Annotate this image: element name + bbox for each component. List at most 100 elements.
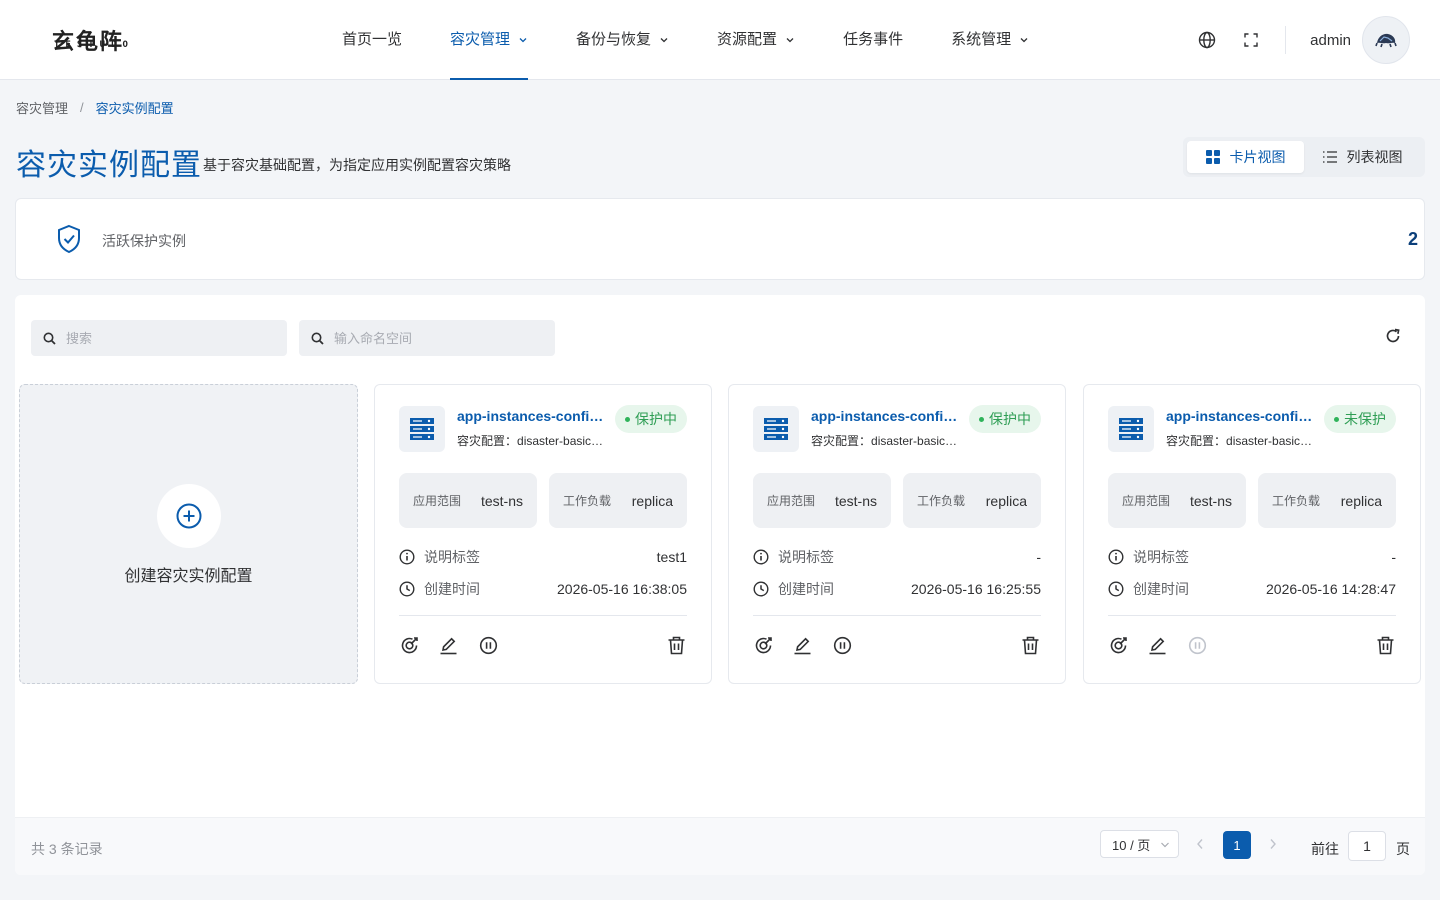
instance-card[interactable]: app-instances-config-2 容灾配置：disaster-bas… <box>728 384 1066 684</box>
scope-label: 应用范围 <box>413 494 462 508</box>
refresh-icon[interactable] <box>1385 328 1401 344</box>
nav-item-resource-config[interactable]: 资源配置 <box>717 0 795 80</box>
page-size-value: 10 / 页 <box>1112 837 1151 853</box>
workload-pill: 工作负载 replica <box>549 473 687 528</box>
card-view-button[interactable]: 卡片视图 <box>1187 141 1304 173</box>
created-time-row: 创建时间 2026-05-16 16:25:55 <box>753 579 1041 599</box>
scope-pill: 应用范围 test-ns <box>753 473 891 528</box>
description-row: 说明标签 test1 <box>399 547 687 567</box>
prev-page-button[interactable] <box>1188 832 1212 856</box>
delete-button[interactable] <box>1020 635 1040 655</box>
list-view-button[interactable]: 列表视图 <box>1304 141 1421 173</box>
chevron-down-icon <box>519 38 527 43</box>
nav-item-backup-restore[interactable]: 备份与恢复 <box>576 0 669 80</box>
status-badge: 保护中 <box>969 405 1041 433</box>
delete-button[interactable] <box>666 635 686 655</box>
clock-icon <box>399 581 415 597</box>
goto-page-input[interactable] <box>1348 831 1386 861</box>
create-instance-config-card[interactable]: 创建容灾实例配置 <box>19 384 358 684</box>
server-icon <box>1108 406 1154 452</box>
instance-card[interactable]: app-instances-config-1 容灾配置：disaster-bas… <box>374 384 712 684</box>
fullscreen-icon[interactable] <box>1241 30 1261 50</box>
edit-icon <box>440 637 456 654</box>
clock-icon <box>1108 581 1124 597</box>
nav-item-home[interactable]: 首页一览 <box>342 0 402 80</box>
search-input[interactable] <box>66 330 266 346</box>
description-value: - <box>1036 549 1041 565</box>
breadcrumb-parent[interactable]: 容灾管理 <box>16 98 68 117</box>
breadcrumb-current: 容灾实例配置 <box>95 101 174 116</box>
instance-config-ref: 容灾配置：disaster-basic-config <box>457 432 605 449</box>
trash-icon <box>1022 636 1038 654</box>
next-page-button[interactable] <box>1261 832 1285 856</box>
avatar[interactable] <box>1362 16 1410 64</box>
created-time-row: 创建时间 2026-05-16 16:38:05 <box>399 579 687 599</box>
instance-name-link[interactable]: app-instances-config-2 <box>811 408 959 424</box>
scope-label: 应用范围 <box>1122 494 1171 508</box>
nav-item-task-events[interactable]: 任务事件 <box>843 0 903 80</box>
breadcrumb: 容灾管理 / 容灾实例配置 <box>16 98 174 117</box>
page-number-current[interactable]: 1 <box>1223 831 1251 859</box>
edit-button[interactable] <box>438 635 458 655</box>
page-size-select[interactable]: 10 / 页 <box>1100 830 1179 858</box>
card-divider <box>1108 615 1396 616</box>
instance-name-link[interactable]: app-instances-config-3 <box>1166 408 1314 424</box>
namespace-input[interactable] <box>334 330 534 346</box>
created-time-value: 2026-05-16 16:38:05 <box>557 581 687 597</box>
edit-icon <box>1149 637 1165 654</box>
instance-name-link[interactable]: app-instances-config-1 <box>457 408 605 424</box>
chevron-right-icon <box>1270 839 1276 849</box>
created-time-value: 2026-05-16 14:28:47 <box>1266 581 1396 597</box>
scope-pill: 应用范围 test-ns <box>1108 473 1246 528</box>
workload-value: replica <box>985 492 1027 509</box>
edit-button[interactable] <box>1147 635 1167 655</box>
testudo-logo[interactable]: 玄龟阵 TESTUDO <box>52 26 172 55</box>
protect-action-button[interactable] <box>399 635 419 655</box>
scope-label: 应用范围 <box>767 494 816 508</box>
chevron-down-icon <box>660 38 668 43</box>
globe-icon[interactable] <box>1197 30 1217 50</box>
status-badge: 保护中 <box>615 405 687 433</box>
pause-button[interactable] <box>478 635 498 655</box>
nav-item-system-admin[interactable]: 系统管理 <box>951 0 1029 80</box>
goto-label: 前往 <box>1311 841 1339 857</box>
description-value: test1 <box>656 549 687 565</box>
info-icon <box>399 549 415 565</box>
description-label: 说明标签 <box>424 549 480 565</box>
list-icon <box>1322 151 1337 163</box>
workload-label: 工作负载 <box>1272 494 1321 508</box>
instance-config-ref: 容灾配置：disaster-basic-config <box>811 432 959 449</box>
pause-button[interactable] <box>832 635 852 655</box>
nav-item-label: 任务事件 <box>843 31 904 48</box>
scope-value: test-ns <box>834 492 877 509</box>
breadcrumb-separator: / <box>80 100 84 115</box>
config-name: disaster-basic-config <box>871 434 959 448</box>
workload-label: 工作负载 <box>563 494 612 508</box>
search-icon <box>43 332 56 345</box>
trash-icon <box>668 636 684 654</box>
stat-value: 2 <box>1407 229 1418 249</box>
delete-button[interactable] <box>1375 635 1395 655</box>
plus-circle-icon <box>157 484 221 548</box>
search-icon <box>311 332 324 345</box>
nav-item-label: 系统管理 <box>951 31 1012 48</box>
pause-icon <box>833 636 851 654</box>
list-view-label: 列表视图 <box>1346 149 1403 165</box>
username[interactable]: admin <box>1310 32 1351 49</box>
protect-action-button[interactable] <box>1108 635 1128 655</box>
total-records: 共 3 条记录 <box>31 841 103 857</box>
chevron-down-icon <box>786 38 794 43</box>
header-actions: admin <box>1173 0 1410 80</box>
info-icon <box>753 549 769 565</box>
info-icon <box>1108 549 1124 565</box>
target-sync-icon <box>401 636 418 653</box>
nav-item-disaster-recovery[interactable]: 容灾管理 <box>450 0 529 80</box>
edit-button[interactable] <box>792 635 812 655</box>
nav-item-label: 首页一览 <box>342 31 403 48</box>
instance-card[interactable]: app-instances-config-3 容灾配置：disaster-bas… <box>1083 384 1421 684</box>
logo-text-en: TESTUDO <box>54 40 134 50</box>
protect-action-button[interactable] <box>753 635 773 655</box>
config-prefix: 容灾配置： <box>1166 434 1227 448</box>
created-time-label: 创建时间 <box>1133 581 1189 597</box>
clock-icon <box>753 581 769 597</box>
